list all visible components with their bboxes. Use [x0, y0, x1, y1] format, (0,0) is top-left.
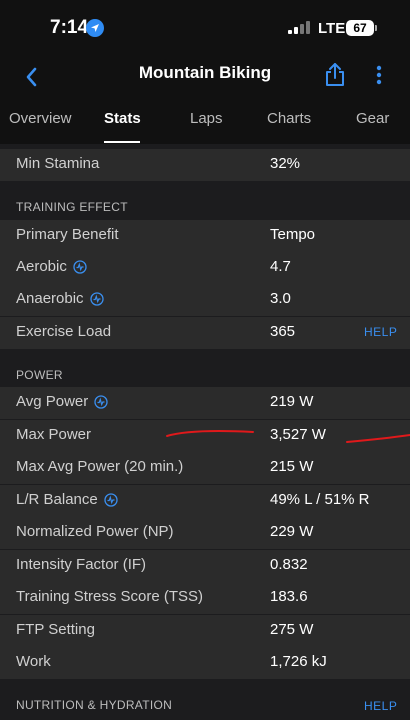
stat-row-normalized-power: Normalized Power (NP) 229 W	[0, 517, 410, 549]
stat-row-work: Work 1,726 kJ	[0, 647, 410, 679]
annotation-red-line-right	[346, 434, 410, 443]
stat-value: 49% L / 51% R	[270, 491, 370, 508]
stat-value: 365	[270, 323, 296, 340]
activity-info-icon[interactable]	[89, 292, 104, 306]
page-title: Mountain Biking	[138, 63, 272, 82]
stat-value: 4.7	[270, 258, 291, 275]
stat-label: Training Stress Score (TSS)	[16, 588, 203, 605]
section-nutrition-hydration: NUTRITION & HYDRATION HELP	[0, 694, 410, 718]
stat-label: Max Power	[16, 426, 92, 443]
section-title: POWER	[16, 368, 63, 382]
status-bar: 7:14 LTE 67	[0, 0, 410, 58]
more-vertical-icon[interactable]	[366, 60, 392, 90]
stat-label: Exercise Load	[16, 323, 112, 340]
stat-label: L/R Balance	[16, 491, 98, 508]
activity-info-icon[interactable]	[73, 260, 87, 274]
tab-charts[interactable]: Charts	[267, 110, 311, 127]
section-title: TRAINING EFFECT	[16, 200, 128, 214]
network-type: LTE	[318, 20, 346, 37]
help-link[interactable]: HELP	[364, 699, 397, 713]
tab-laps[interactable]: Laps	[190, 110, 223, 127]
cell-signal-icon	[288, 21, 314, 34]
stat-value: 1,726 kJ	[270, 653, 327, 670]
stat-value: 275 W	[270, 621, 314, 638]
stat-label: Primary Benefit	[16, 226, 119, 243]
stat-label: Normalized Power (NP)	[16, 523, 174, 540]
stat-row-aerobic: Aerobic 4.7	[0, 252, 410, 284]
stat-label: Max Avg Power (20 min.)	[16, 458, 184, 475]
tab-stats[interactable]: Stats	[104, 110, 141, 127]
tab-bar: Overview Stats Laps Charts Gear	[0, 100, 410, 144]
stat-label: Aerobic	[16, 258, 67, 275]
stat-value: 183.6	[270, 588, 308, 605]
section-power: POWER	[0, 364, 410, 388]
share-icon[interactable]	[322, 60, 348, 90]
stat-value: 0.832	[270, 556, 308, 573]
stat-row-exercise-load: Exercise Load 365 HELP	[0, 317, 410, 349]
location-arrow-icon	[86, 19, 104, 37]
stat-label: Anaerobic	[16, 290, 84, 307]
battery-icon: 67	[346, 20, 374, 36]
stat-value: 32%	[270, 155, 301, 172]
help-link[interactable]: HELP	[364, 325, 397, 339]
stat-value: Tempo	[270, 226, 316, 243]
stat-value: 3.0	[270, 290, 291, 307]
stat-row-intensity-factor: Intensity Factor (IF) 0.832	[0, 550, 410, 582]
stat-row-min-stamina: Min Stamina 32%	[0, 149, 410, 181]
stat-row-max-avg-power: Max Avg Power (20 min.) 215 W	[0, 452, 410, 484]
stat-label: Min Stamina	[16, 155, 100, 172]
stat-row-primary-benefit: Primary Benefit Tempo	[0, 220, 410, 252]
section-training-effect: TRAINING EFFECT	[0, 196, 410, 220]
stat-row-avg-power: Avg Power 219 W	[0, 387, 410, 419]
tab-gear[interactable]: Gear	[356, 110, 389, 127]
battery-tip	[375, 25, 377, 31]
stat-value: 219 W	[270, 393, 314, 410]
stat-row-lr-balance: L/R Balance 49% L / 51% R	[0, 485, 410, 517]
stat-label: Intensity Factor (IF)	[16, 556, 147, 573]
status-time: 7:14	[50, 17, 89, 38]
stat-row-ftp-setting: FTP Setting 275 W	[0, 615, 410, 647]
stat-value: 229 W	[270, 523, 314, 540]
activity-info-icon[interactable]	[94, 395, 108, 409]
section-title: NUTRITION & HYDRATION	[16, 698, 173, 712]
activity-info-icon[interactable]	[104, 493, 118, 507]
stat-value: 215 W	[270, 458, 314, 475]
tab-overview[interactable]: Overview	[9, 110, 72, 127]
stat-row-tss: Training Stress Score (TSS) 183.6	[0, 582, 410, 614]
nav-bar: Mountain Biking	[0, 58, 410, 100]
stat-label: FTP Setting	[16, 621, 95, 638]
stat-label: Work	[16, 653, 51, 670]
stat-row-anaerobic: Anaerobic 3.0	[0, 284, 410, 316]
stat-value: 3,527 W	[270, 426, 326, 443]
annotation-red-line-left	[166, 430, 254, 437]
active-tab-indicator	[104, 141, 140, 143]
stat-label: Avg Power	[16, 393, 89, 410]
